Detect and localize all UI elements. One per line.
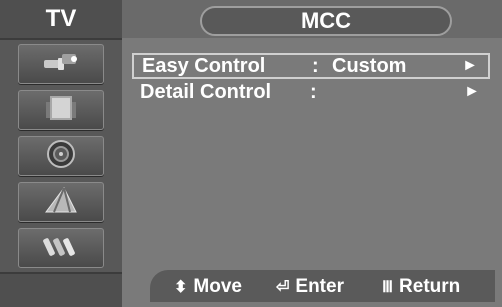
sidebar-title: TV — [0, 0, 122, 40]
sidebar: TV — [0, 0, 122, 307]
right-arrow-icon: ► — [464, 83, 480, 100]
hint-return-label: Return — [399, 276, 461, 297]
sidebar-item-channel[interactable] — [18, 182, 104, 222]
speaker-picture-icon — [40, 92, 82, 129]
menu-item-value: Custom — [332, 54, 407, 77]
menu-item-easy-control[interactable]: Easy Control : Custom ► — [132, 53, 490, 79]
sidebar-item-input[interactable] — [18, 44, 104, 84]
hint-return: Ⅲ Return — [382, 276, 460, 298]
enter-icon: ⏎ — [276, 279, 290, 296]
hint-move: ⬍ Move — [174, 276, 242, 298]
sidebar-item-setup[interactable] — [18, 228, 104, 268]
sound-speaker-icon — [40, 138, 82, 175]
menu-item-label: Easy Control — [142, 54, 266, 77]
right-arrow-icon: ► — [462, 57, 478, 74]
page-title: MCC — [200, 6, 452, 36]
cable-input-icon — [40, 46, 82, 83]
osd-frame: TV MCC Easy Control: Custom ► Detail Co… — [0, 0, 502, 307]
antenna-icon — [40, 184, 82, 221]
sidebar-footer — [0, 272, 122, 307]
hint-enter: ⏎ Enter — [276, 276, 344, 298]
return-icon: Ⅲ — [382, 279, 394, 296]
sidebar-item-sound[interactable] — [18, 136, 104, 176]
move-arrows-icon: ⬍ — [174, 279, 188, 296]
menu-item-detail-control[interactable]: Detail Control : ► — [132, 79, 490, 105]
sidebar-item-picture[interactable] — [18, 90, 104, 130]
hint-enter-label: Enter — [295, 276, 344, 297]
plugs-setup-icon — [40, 230, 82, 267]
hint-move-label: Move — [193, 276, 242, 297]
menu-item-label: Detail Control — [140, 80, 272, 103]
menu-item-colon: : — [310, 80, 317, 103]
menu-item-colon: : — [312, 54, 319, 77]
